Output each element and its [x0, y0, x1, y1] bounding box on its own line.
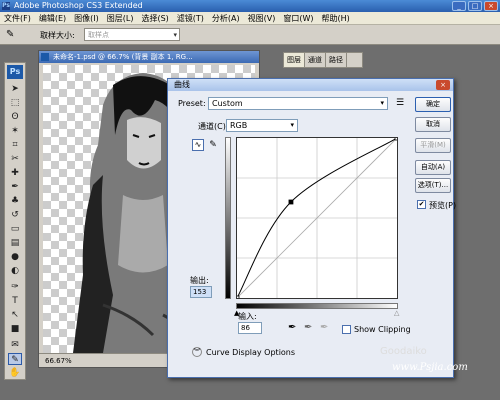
pencil-mode-icon[interactable]: ✎: [207, 139, 219, 151]
curve-display-options-label[interactable]: Curve Display Options: [206, 348, 295, 357]
menu-image[interactable]: 图像(I): [70, 12, 103, 25]
eyedropper-tool-icon[interactable]: ✎: [8, 353, 22, 365]
brush-tool-icon[interactable]: ✒: [8, 181, 22, 193]
input-label: 输入:: [238, 312, 257, 321]
move-tool-icon[interactable]: ➤: [8, 83, 22, 95]
curve-point[interactable]: [288, 199, 294, 205]
channel-label: 通道(C):: [198, 122, 229, 131]
white-eyedropper-icon[interactable]: ✒: [320, 322, 328, 333]
preset-label: Preset:: [178, 99, 206, 108]
white-point-slider-icon[interactable]: △: [394, 309, 399, 317]
ps-logo-icon: Ps: [7, 65, 23, 79]
curve-point[interactable]: [234, 295, 240, 301]
crop-tool-icon[interactable]: ⌗: [8, 139, 22, 151]
output-field[interactable]: 153: [190, 286, 212, 298]
curve-graph[interactable]: [234, 135, 400, 301]
preview-checkbox[interactable]: ✔: [417, 200, 426, 209]
menu-window[interactable]: 窗口(W): [279, 12, 317, 25]
marquee-tool-icon[interactable]: ⬚: [8, 97, 22, 109]
menu-file[interactable]: 文件(F): [0, 12, 35, 25]
show-clipping-checkbox[interactable]: [342, 325, 351, 334]
slice-tool-icon[interactable]: ✂: [8, 153, 22, 165]
output-label: 输出:: [190, 276, 209, 285]
cancel-button[interactable]: 取消: [415, 117, 451, 132]
maximize-button[interactable]: □: [468, 1, 482, 11]
options-button[interactable]: 选项(T)...: [415, 178, 451, 193]
chevron-down-icon: ▾: [380, 99, 384, 107]
smooth-button[interactable]: 平滑(M): [415, 138, 451, 153]
blur-tool-icon[interactable]: ●: [8, 251, 22, 263]
hand-tool-icon[interactable]: ✋: [8, 367, 22, 379]
layers-panel: 图层 通道 路径: [283, 52, 363, 68]
close-button[interactable]: ×: [484, 1, 498, 11]
document-title-bar[interactable]: 未命名-1.psd @ 66.7% (背景 副本 1, RG...: [39, 51, 259, 63]
menu-layer[interactable]: 图层(L): [103, 12, 138, 25]
curves-dialog-title-bar[interactable]: 曲线 ×: [168, 79, 453, 91]
show-clipping-label: Show Clipping: [354, 325, 411, 334]
lasso-tool-icon[interactable]: ʘ: [8, 111, 22, 123]
menu-analysis[interactable]: 分析(A): [208, 12, 244, 25]
gray-eyedropper-icon[interactable]: ✒: [304, 322, 312, 333]
menu-view[interactable]: 视图(V): [244, 12, 280, 25]
ok-button[interactable]: 确定: [415, 97, 451, 112]
dialog-close-button[interactable]: ×: [436, 80, 450, 90]
minimize-button[interactable]: _: [452, 1, 466, 11]
watermark-url: www.Psjia.com: [392, 362, 468, 373]
document-title: 未命名-1.psd @ 66.7% (背景 副本 1, RG...: [53, 53, 193, 61]
menu-help[interactable]: 帮助(H): [318, 12, 354, 25]
curves-dialog: 曲线 × Preset: Custom ▾ ☰ 通道(C): RGB ▾ ∿ ✎: [167, 78, 457, 378]
photoshop-app-icon: Ps: [2, 2, 10, 10]
preset-options-icon[interactable]: ☰: [396, 98, 404, 108]
menu-filter[interactable]: 滤镜(T): [173, 12, 208, 25]
tab-paths[interactable]: 路径: [326, 53, 347, 67]
shape-tool-icon[interactable]: ■: [8, 323, 22, 335]
curve-points-mode-icon[interactable]: ∿: [192, 139, 204, 151]
preset-select[interactable]: Custom ▾: [208, 97, 388, 110]
channel-value: RGB: [230, 121, 248, 130]
menu-select[interactable]: 选择(S): [137, 12, 172, 25]
photoshop-title-bar: Ps Adobe Photoshop CS3 Extended _ □ ×: [0, 0, 500, 12]
output-gradient-bar: [225, 137, 231, 299]
chevron-down-icon: ▾: [290, 121, 294, 129]
sample-size-select[interactable]: 取样点 ▾: [84, 28, 180, 41]
type-tool-icon[interactable]: T: [8, 295, 22, 307]
expand-chevron-icon[interactable]: ︾: [192, 347, 202, 357]
toolbox: Ps ➤ ⬚ ʘ ✶ ⌗ ✂ ✚ ✒ ♣ ↺ ▭ ▤ ● ◐ ✑ T ↖ ■ ✉…: [4, 62, 26, 380]
curve-point[interactable]: [394, 135, 400, 141]
curve-svg: [234, 135, 400, 301]
dodge-tool-icon[interactable]: ◐: [8, 265, 22, 277]
input-gradient-bar: [236, 303, 398, 309]
path-selection-tool-icon[interactable]: ↖: [8, 309, 22, 321]
watermark-brand: Goodaiko: [380, 346, 427, 357]
input-field[interactable]: 86: [238, 322, 262, 334]
black-eyedropper-icon[interactable]: ✒: [288, 322, 296, 333]
clone-stamp-tool-icon[interactable]: ♣: [8, 195, 22, 207]
curves-dialog-title: 曲线: [174, 80, 190, 89]
document-icon: [41, 53, 49, 61]
preview-label: 预览(P): [429, 201, 457, 210]
tab-layers[interactable]: 图层: [284, 53, 305, 67]
tab-channels[interactable]: 通道: [305, 53, 326, 67]
history-brush-tool-icon[interactable]: ↺: [8, 209, 22, 221]
healing-brush-tool-icon[interactable]: ✚: [8, 167, 22, 179]
sample-size-value: 取样点: [88, 31, 109, 39]
channel-select[interactable]: RGB ▾: [226, 119, 298, 132]
menu-edit[interactable]: 编辑(E): [35, 12, 70, 25]
notes-tool-icon[interactable]: ✉: [8, 339, 22, 351]
gradient-tool-icon[interactable]: ▤: [8, 237, 22, 249]
chevron-down-icon: ▾: [173, 31, 177, 39]
eraser-tool-icon[interactable]: ▭: [8, 223, 22, 235]
options-bar: ✎ 取样大小: 取样点 ▾: [0, 25, 500, 45]
sample-size-label: 取样大小:: [40, 31, 75, 40]
menu-bar: 文件(F) 编辑(E) 图像(I) 图层(L) 选择(S) 滤镜(T) 分析(A…: [0, 12, 500, 25]
preset-value: Custom: [212, 99, 243, 108]
magic-wand-tool-icon[interactable]: ✶: [8, 125, 22, 137]
app-title: Adobe Photoshop CS3 Extended: [14, 1, 143, 10]
zoom-level[interactable]: 66.67%: [45, 357, 72, 365]
pen-tool-icon[interactable]: ✑: [8, 281, 22, 293]
auto-button[interactable]: 自动(A): [415, 160, 451, 175]
eyedropper-tool-icon[interactable]: ✎: [6, 29, 18, 41]
